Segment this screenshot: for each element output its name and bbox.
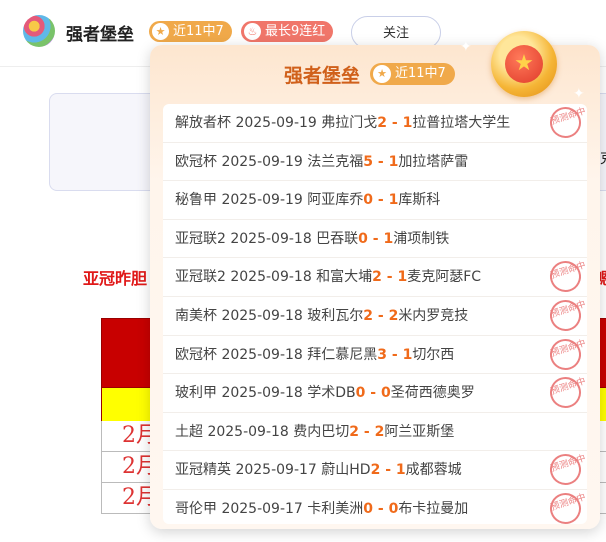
match-league: 欧冠杯: [175, 346, 222, 363]
match-row[interactable]: 玻利甲 2025-09-18 学术DB0 - 0圣荷西德奥罗 预测命中: [163, 373, 587, 413]
match-score: 3 - 1: [377, 346, 413, 363]
match-date: 2025-09-18: [230, 269, 317, 286]
match-home-team: 巴吞联: [316, 230, 359, 247]
match-date: 2025-09-18: [207, 423, 294, 440]
username[interactable]: 强者堡垒: [66, 20, 134, 45]
match-league: 亚冠精英: [175, 462, 236, 479]
match-row[interactable]: 解放者杯 2025-09-19 弗拉门戈2 - 1拉普拉塔大学生 预测命中: [163, 102, 587, 143]
match-row[interactable]: 亚冠联2 2025-09-18 巴吞联0 - 1浦项制铁: [163, 220, 587, 259]
streak-badge-label: 最长9连红: [265, 24, 326, 39]
match-away-team: 成都蓉城: [405, 462, 462, 479]
article-headline: 亚冠昨胆: [83, 269, 148, 288]
streak-badge[interactable]: ♨ 最长9连红: [241, 21, 334, 42]
match-score: 2 - 2: [349, 423, 385, 440]
match-away-team: 麦克阿瑟FC: [407, 269, 482, 286]
match-score: 0 - 0: [363, 500, 399, 517]
match-away-team: 拉普拉塔大学生: [412, 115, 511, 131]
star-icon: ★: [373, 65, 391, 83]
match-row[interactable]: 欧冠杯 2025-09-19 法兰克福5 - 1加拉塔萨雷: [163, 143, 587, 182]
prediction-hit-stamp: 预测命中: [545, 102, 587, 143]
match-row[interactable]: 亚冠联2 2025-09-18 和富大埔2 - 1麦克阿瑟FC 预测命中: [163, 257, 587, 297]
match-league: 哥伦甲: [175, 500, 222, 517]
match-away-team: 圣荷西德奥罗: [390, 385, 475, 402]
match-date: 2025-09-18: [221, 307, 308, 324]
match-league: 玻利甲: [175, 385, 222, 402]
match-league: 亚冠联2: [175, 230, 231, 247]
match-date: 2025-09-19: [221, 153, 308, 170]
star-icon: ★: [505, 45, 543, 83]
match-home-team: 法兰克福: [307, 153, 364, 170]
medal-icon: ★: [491, 31, 557, 97]
match-date: 2025-09-18: [230, 230, 317, 247]
match-score: 2 - 2: [363, 307, 399, 324]
match-score: 2 - 1: [377, 115, 413, 131]
match-home-team: 阿亚库乔: [307, 192, 364, 209]
match-home-team: 玻利瓦尔: [307, 307, 364, 324]
prediction-hit-stamp: 预测命中: [545, 450, 587, 490]
popover-record-label: 近11中7: [395, 66, 446, 81]
match-score: 0 - 1: [363, 192, 399, 209]
match-home-team: 和富大埔: [316, 269, 373, 286]
match-league: 秘鲁甲: [175, 192, 222, 209]
match-row[interactable]: 哥伦甲 2025-09-17 卡利美洲0 - 0布卡拉曼加 预测命中: [163, 488, 587, 529]
record-badge[interactable]: ★ 近11中7: [149, 21, 232, 42]
match-list: 解放者杯 2025-09-19 弗拉门戈2 - 1拉普拉塔大学生 预测命中 欧冠杯 …: [163, 102, 587, 528]
match-away-team: 切尔西: [412, 346, 455, 363]
card-text-fragment: 克: [600, 148, 606, 168]
record-badge-label: 近11中7: [173, 24, 224, 39]
match-date: 2025-09-18: [221, 346, 308, 363]
fire-icon: ♨: [244, 23, 261, 40]
match-home-team: 拜仁慕尼黑: [307, 346, 378, 363]
match-score: 5 - 1: [363, 153, 399, 170]
match-date: 2025-09-18: [221, 385, 308, 402]
match-date: 2025-09-19: [235, 115, 322, 131]
prediction-hit-stamp: 预测命中: [545, 257, 587, 297]
match-league: 南美杯: [175, 307, 222, 324]
prediction-hit-stamp: 预测命中: [545, 295, 587, 335]
match-league: 亚冠联2: [175, 269, 231, 286]
star-icon: ★: [152, 23, 169, 40]
match-league: 解放者杯: [175, 115, 236, 131]
match-away-team: 阿兰亚斯堡: [384, 423, 455, 440]
match-home-team: 蔚山HD: [321, 462, 371, 479]
popover-record-badge: ★ 近11中7: [370, 63, 455, 85]
match-league: 土超: [175, 423, 208, 440]
match-date: 2025-09-17: [235, 462, 322, 479]
match-row[interactable]: 南美杯 2025-09-18 玻利瓦尔2 - 2米内罗竞技 预测命中: [163, 295, 587, 336]
match-away-team: 库斯科: [398, 192, 441, 209]
match-home-team: 卡利美洲: [307, 500, 364, 517]
record-popover: ✦ ✦ 强者堡垒 ★ 近11中7 ★ 解放者杯 2025-09-19 弗拉门戈2…: [150, 31, 600, 529]
match-score: 0 - 0: [355, 385, 391, 402]
match-home-team: 弗拉门戈: [321, 115, 378, 131]
match-league: 欧冠杯: [175, 153, 222, 170]
match-score: 2 - 1: [370, 462, 406, 479]
popover-title: 强者堡垒: [284, 65, 361, 87]
match-date: 2025-09-17: [221, 500, 308, 517]
match-row[interactable]: 亚冠精英 2025-09-17 蔚山HD2 - 1成都蓉城 预测命中: [163, 450, 587, 490]
sparkle-icon: ✦: [573, 86, 585, 102]
match-away-team: 浦项制铁: [393, 230, 450, 247]
match-score: 2 - 1: [372, 269, 408, 286]
prediction-hit-stamp: 预测命中: [545, 334, 587, 374]
prediction-hit-stamp: 预测命中: [545, 488, 587, 528]
match-home-team: 学术DB: [307, 385, 356, 402]
match-home-team: 费内巴切: [293, 423, 350, 440]
match-row[interactable]: 土超 2025-09-18 费内巴切2 - 2阿兰亚斯堡: [163, 413, 587, 452]
avatar[interactable]: [23, 15, 55, 47]
match-away-team: 布卡拉曼加: [398, 500, 469, 517]
match-away-team: 加拉塔萨雷: [398, 153, 469, 170]
match-away-team: 米内罗竞技: [398, 307, 469, 324]
match-date: 2025-09-19: [221, 192, 308, 209]
match-row[interactable]: 秘鲁甲 2025-09-19 阿亚库乔0 - 1库斯科: [163, 181, 587, 220]
sparkle-icon: ✦: [460, 39, 472, 55]
match-row[interactable]: 欧冠杯 2025-09-18 拜仁慕尼黑3 - 1切尔西 预测命中: [163, 334, 587, 375]
match-score: 0 - 1: [358, 230, 394, 247]
prediction-hit-stamp: 预测命中: [545, 373, 587, 413]
